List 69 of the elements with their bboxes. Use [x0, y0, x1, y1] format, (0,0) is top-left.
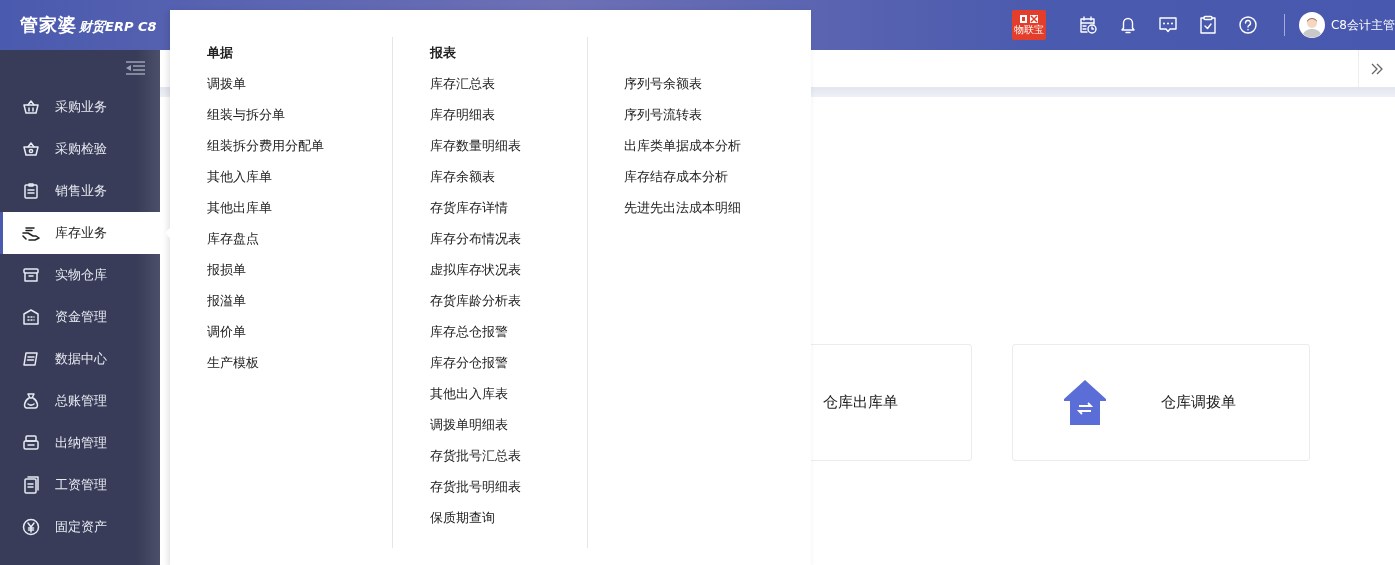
menu-item[interactable]: 组装拆分费用分配单: [207, 130, 392, 161]
menu-item[interactable]: 组装与拆分单: [207, 99, 392, 130]
house-transfer-icon: [1063, 378, 1107, 427]
menu-item[interactable]: 其他出库单: [207, 192, 392, 223]
badge-logo[interactable]: 物联宝: [1012, 10, 1046, 40]
document-icon: [22, 476, 40, 494]
menu-item[interactable]: 存货批号汇总表: [430, 440, 587, 471]
menu-item[interactable]: 调拨单: [207, 68, 392, 99]
hand-icon: [22, 224, 40, 242]
sidebar-item[interactable]: 实物仓库: [0, 254, 160, 296]
help-icon[interactable]: [1238, 15, 1258, 35]
menu-item[interactable]: 虚拟库存状况表: [430, 254, 587, 285]
menu-item[interactable]: 调价单: [207, 316, 392, 347]
double-chevron-icon[interactable]: [1370, 61, 1384, 76]
sidebar-item[interactable]: 采购业务: [0, 86, 160, 128]
message-icon[interactable]: [1158, 15, 1178, 35]
menu-item[interactable]: 序列号余额表: [624, 68, 741, 99]
menu-item[interactable]: 库存汇总表: [430, 68, 587, 99]
menu-item[interactable]: 库存余额表: [430, 161, 587, 192]
sidebar-item[interactable]: 工资管理: [0, 464, 160, 506]
task-icon[interactable]: [1198, 15, 1218, 35]
sidebar-item[interactable]: 销售业务: [0, 170, 160, 212]
menu-heading: 单据: [207, 44, 234, 62]
menu-item[interactable]: 库存分仓报警: [430, 347, 587, 378]
shortcut-card[interactable]: 仓库调拨单: [1012, 344, 1310, 461]
sidebar-item[interactable]: 数据中心: [0, 338, 160, 380]
box-icon: [22, 266, 40, 284]
building-icon: [22, 308, 40, 326]
basket-icon: [22, 140, 40, 158]
printer-icon: [22, 434, 40, 452]
menu-item[interactable]: 库存总仓报警: [430, 316, 587, 347]
product-name: 财贸ERP C8: [79, 18, 157, 36]
menu-item[interactable]: 其他入库单: [207, 161, 392, 192]
sidebar-item[interactable]: 采购检验: [0, 128, 160, 170]
calendar-clock-icon[interactable]: [1078, 15, 1098, 35]
sidebar-item[interactable]: 总账管理: [0, 380, 160, 422]
menu-item[interactable]: 库存分布情况表: [430, 223, 587, 254]
menu-item[interactable]: 报损单: [207, 254, 392, 285]
sidebar-item[interactable]: 固定资产: [0, 506, 160, 548]
menu-item[interactable]: 保质期查询: [430, 502, 587, 533]
money-bag-icon: [22, 392, 40, 410]
notification-icon[interactable]: [1118, 15, 1138, 35]
menu-heading: 报表: [430, 44, 457, 62]
yen-icon: [22, 518, 40, 536]
avatar[interactable]: [1299, 12, 1325, 38]
menu-item[interactable]: 报溢单: [207, 285, 392, 316]
menu-item[interactable]: 序列号流转表: [624, 99, 741, 130]
sidebar-item[interactable]: 资金管理: [0, 296, 160, 338]
menu-item[interactable]: 存货库龄分析表: [430, 285, 587, 316]
sidebar-item[interactable]: 库存业务: [0, 212, 160, 254]
menu-item[interactable]: 生产模板: [207, 347, 392, 378]
menu-item[interactable]: 存货库存详情: [430, 192, 587, 223]
user-name[interactable]: C8会计主管: [1331, 16, 1395, 34]
menu-item[interactable]: 出库类单据成本分析: [624, 130, 741, 161]
menu-item[interactable]: 调拨单明细表: [430, 409, 587, 440]
menu-item[interactable]: 库存结存成本分析: [624, 161, 741, 192]
basket-icon: [22, 98, 40, 116]
badge-grid-icon: [1019, 14, 1039, 24]
sidebar-item[interactable]: 出纳管理: [0, 422, 160, 464]
menu-item[interactable]: 先进先出法成本明细: [624, 192, 741, 223]
clipboard-icon: [22, 182, 40, 200]
collapse-menu-icon[interactable]: [125, 60, 145, 76]
menu-item[interactable]: 库存盘点: [207, 223, 392, 254]
brand-name: 管家婆: [20, 13, 77, 37]
menu-item[interactable]: 库存明细表: [430, 99, 587, 130]
menu-item[interactable]: 其他出入库表: [430, 378, 587, 409]
menu-item[interactable]: 库存数量明细表: [430, 130, 587, 161]
menu-item[interactable]: 存货批号明细表: [430, 471, 587, 502]
data-icon: [22, 350, 40, 368]
